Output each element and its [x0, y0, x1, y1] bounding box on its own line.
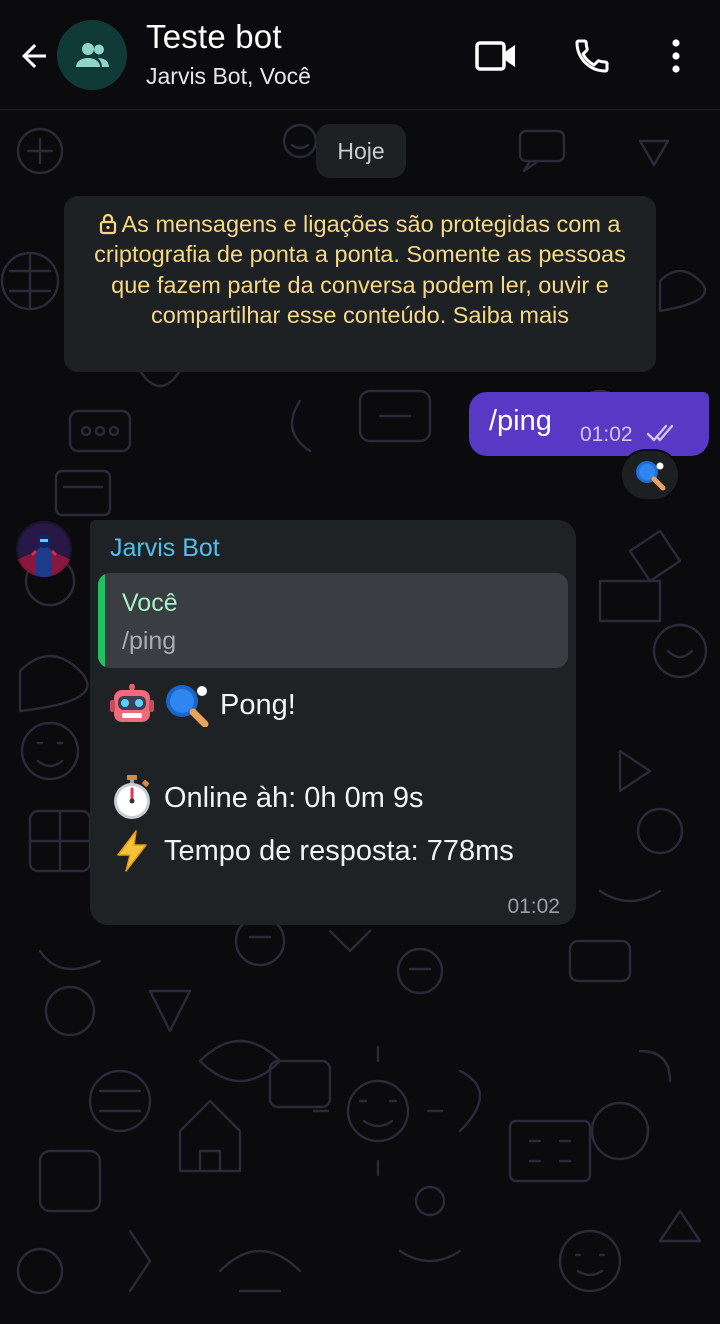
quote-accent-bar — [98, 573, 105, 668]
back-button[interactable] — [12, 34, 56, 78]
sender-avatar[interactable] — [16, 521, 72, 577]
ping-pong-emoji-icon — [164, 683, 210, 727]
message-time: 01:02 — [507, 895, 560, 918]
outgoing-message[interactable]: /ping 01:02 — [469, 392, 709, 456]
stopwatch-emoji-icon — [110, 775, 154, 821]
quoted-message[interactable]: Você /ping — [98, 573, 568, 668]
message-line: Online àh: 0h 0m 9s — [110, 775, 424, 821]
uptime-text: Online àh: 0h 0m 9s — [164, 781, 424, 814]
phone-icon — [575, 39, 609, 73]
robot-emoji-icon — [110, 684, 154, 726]
group-icon — [76, 43, 109, 67]
video-call-button[interactable] — [472, 32, 520, 80]
date-separator: Hoje — [316, 124, 406, 178]
more-options-button[interactable] — [652, 32, 700, 80]
quote-author: Você — [122, 589, 178, 617]
group-avatar[interactable] — [57, 20, 127, 90]
chat-title[interactable]: Teste bot — [146, 18, 282, 56]
message-time: 01:02 — [580, 423, 633, 446]
back-arrow-icon — [22, 44, 46, 68]
video-call-icon — [475, 41, 515, 71]
chat-subtitle[interactable]: Jarvis Bot, Você — [146, 63, 311, 90]
response-time-text: Tempo de resposta: 778ms — [164, 834, 514, 867]
read-ticks-icon — [646, 424, 674, 442]
message-line: Pong! — [110, 683, 296, 727]
pong-text: Pong! — [220, 688, 296, 721]
message-reaction[interactable] — [620, 449, 680, 501]
lock-icon — [100, 213, 117, 235]
encryption-notice-text: As mensagens e ligações são protegidas c… — [94, 211, 626, 329]
encryption-notice[interactable]: As mensagens e ligações são protegidas c… — [64, 196, 656, 372]
message-line: Tempo de resposta: 778ms — [110, 829, 514, 873]
sender-name[interactable]: Jarvis Bot — [110, 534, 220, 563]
robot-avatar-icon — [16, 521, 72, 577]
voice-call-button[interactable] — [568, 32, 616, 80]
message-list[interactable]: Hoje As mensagens e ligações são protegi… — [0, 111, 720, 1324]
ping-pong-icon — [636, 461, 666, 491]
more-vert-icon — [672, 39, 680, 73]
quote-text: /ping — [122, 627, 177, 655]
lightning-emoji-icon — [110, 829, 154, 873]
incoming-message[interactable]: Jarvis Bot Você /ping Pong! Online àh: 0… — [90, 520, 576, 925]
message-text: /ping — [489, 405, 552, 437]
chat-header: Teste bot Jarvis Bot, Você — [0, 0, 720, 110]
